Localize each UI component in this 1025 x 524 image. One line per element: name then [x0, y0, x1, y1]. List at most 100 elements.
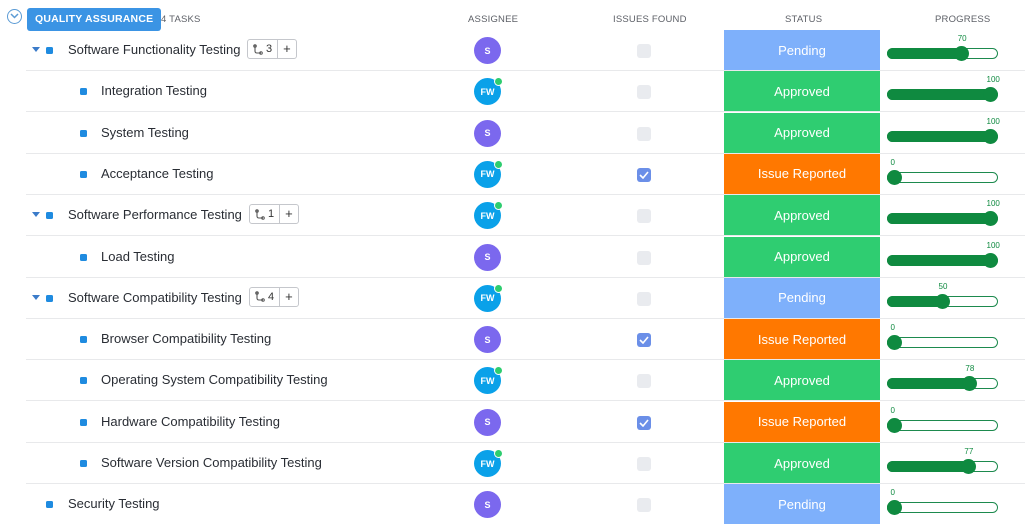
task-status-dot-icon[interactable]	[46, 212, 53, 220]
subtasks-toggle[interactable]: 3	[248, 40, 279, 58]
assignee-avatar[interactable]: S	[474, 408, 501, 436]
progress-slider[interactable]: 70	[887, 34, 999, 64]
issues-found-checkbox[interactable]	[637, 126, 651, 141]
table-row[interactable]: Software Performance Testing 1 + FW Approved…	[0, 195, 1025, 237]
column-header-status[interactable]: STATUS	[785, 14, 822, 25]
issues-found-checkbox[interactable]	[637, 457, 651, 471]
task-name[interactable]: Software Performance Testing	[68, 207, 242, 222]
subtasks-toggle[interactable]: 4	[250, 287, 281, 306]
assignee-avatar[interactable]: FW	[474, 366, 503, 395]
subtask-count-badge[interactable]: 3 +	[247, 39, 297, 59]
status-badge[interactable]: Approved	[724, 195, 880, 236]
task-name[interactable]: Hardware Compatibility Testing	[101, 414, 280, 429]
assignee-avatar[interactable]: FW	[474, 159, 503, 188]
progress-slider[interactable]: 50	[887, 282, 999, 312]
progress-slider[interactable]: 0	[887, 158, 999, 188]
issues-found-checkbox[interactable]	[637, 374, 651, 389]
assignee-avatar[interactable]: S	[474, 243, 501, 271]
add-subtask-button[interactable]: +	[280, 288, 298, 306]
status-badge[interactable]: Pending	[724, 277, 880, 318]
subtask-status-dot-icon[interactable]	[80, 418, 87, 426]
subtask-status-dot-icon[interactable]	[80, 88, 87, 96]
progress-handle[interactable]	[935, 293, 950, 309]
progress-slider[interactable]: 100	[887, 75, 1000, 105]
assignee-avatar[interactable]: FW	[474, 449, 503, 477]
subtask-status-dot-icon[interactable]	[80, 377, 87, 385]
add-subtask-button[interactable]: +	[278, 40, 296, 58]
subtask-status-dot-icon[interactable]	[80, 170, 87, 178]
assignee-avatar[interactable]: S	[474, 326, 501, 354]
issues-found-checkbox[interactable]	[637, 498, 651, 513]
table-row[interactable]: Software Functionality Testing 3 + S Pending…	[0, 30, 1025, 71]
subtask-status-dot-icon[interactable]	[80, 460, 87, 467]
issues-found-checkbox[interactable]	[637, 415, 651, 430]
issues-found-checkbox[interactable]	[637, 44, 651, 58]
progress-handle[interactable]	[983, 252, 998, 268]
column-header-issues-found[interactable]: ISSUES FOUND	[613, 14, 687, 25]
issues-found-checkbox[interactable]	[637, 85, 651, 100]
task-name[interactable]: Software Functionality Testing	[68, 42, 240, 57]
assignee-avatar[interactable]: S	[474, 37, 501, 64]
task-name[interactable]: Software Compatibility Testing	[68, 290, 242, 305]
assignee-avatar[interactable]: S	[474, 491, 501, 519]
progress-slider[interactable]: 0	[887, 488, 999, 518]
issues-found-checkbox[interactable]	[637, 250, 651, 265]
status-badge[interactable]: Issue Reported	[724, 401, 880, 442]
progress-handle[interactable]	[887, 500, 902, 516]
assignee-avatar[interactable]: S	[474, 119, 501, 147]
expand-caret-icon[interactable]	[32, 212, 40, 218]
table-row[interactable]: Software Compatibility Testing 4 + FW Pendin…	[0, 277, 1025, 319]
progress-track[interactable]	[887, 502, 998, 514]
assignee-avatar[interactable]: FW	[474, 283, 503, 312]
subtasks-toggle[interactable]: 1	[250, 205, 281, 224]
status-badge[interactable]: Approved	[724, 112, 880, 153]
status-badge[interactable]: Approved	[724, 71, 880, 112]
progress-slider[interactable]: 0	[887, 406, 999, 436]
subtask-status-dot-icon[interactable]	[80, 253, 87, 261]
task-name[interactable]: Load Testing	[101, 249, 175, 264]
progress-slider[interactable]: 77	[887, 447, 999, 477]
progress-handle[interactable]	[887, 417, 902, 433]
task-name[interactable]: Integration Testing	[101, 83, 207, 98]
issues-found-checkbox[interactable]	[637, 333, 651, 348]
task-status-dot-icon[interactable]	[46, 294, 53, 302]
task-name[interactable]: Acceptance Testing	[101, 166, 214, 181]
table-row[interactable]: Browser Compatibility Testing S Issue Repo…	[0, 319, 1025, 361]
status-badge[interactable]: Issue Reported	[724, 153, 880, 194]
task-name[interactable]: Browser Compatibility Testing	[101, 331, 271, 346]
progress-slider[interactable]: 0	[887, 323, 999, 353]
status-badge[interactable]: Issue Reported	[724, 319, 880, 360]
group-label[interactable]: QUALITY ASSURANCE	[27, 8, 162, 31]
status-badge[interactable]: Approved	[724, 443, 880, 483]
progress-handle[interactable]	[887, 335, 902, 351]
progress-slider[interactable]: 78	[887, 364, 999, 394]
table-row[interactable]: Acceptance Testing FW Issue Reported 0	[0, 153, 1025, 195]
expand-caret-icon[interactable]	[32, 47, 40, 52]
assignee-avatar[interactable]: FW	[474, 201, 503, 230]
table-row[interactable]: Hardware Compatibility Testing S Issue Rep…	[0, 401, 1025, 443]
subtask-count-badge[interactable]: 1 +	[249, 204, 299, 225]
task-name[interactable]: System Testing	[101, 125, 189, 140]
status-badge[interactable]: Approved	[724, 236, 880, 277]
table-row[interactable]: Software Version Compatibility Testing FW…	[0, 443, 1025, 484]
progress-slider[interactable]: 100	[887, 241, 1000, 271]
progress-handle[interactable]	[887, 169, 902, 185]
progress-handle[interactable]	[983, 87, 998, 103]
table-row[interactable]: Integration Testing FW Approved 100	[0, 71, 1025, 113]
subtask-status-dot-icon[interactable]	[80, 336, 87, 344]
issues-found-checkbox[interactable]	[637, 167, 651, 182]
subtask-count-badge[interactable]: 4 +	[249, 286, 299, 307]
progress-handle[interactable]	[983, 128, 998, 144]
column-header-progress[interactable]: PROGRESS	[935, 14, 990, 25]
collapse-group-icon[interactable]	[7, 9, 22, 24]
task-name[interactable]: Software Version Compatibility Testing	[101, 455, 322, 470]
status-badge[interactable]: Pending	[724, 484, 880, 524]
progress-track[interactable]	[887, 419, 998, 431]
expand-caret-icon[interactable]	[32, 294, 40, 300]
column-header-assignee[interactable]: ASSIGNEE	[468, 14, 518, 25]
status-badge[interactable]: Approved	[724, 360, 880, 401]
subtask-status-dot-icon[interactable]	[80, 129, 87, 137]
task-name[interactable]: Security Testing	[68, 496, 160, 511]
progress-track[interactable]	[887, 337, 998, 349]
issues-found-checkbox[interactable]	[637, 209, 651, 224]
